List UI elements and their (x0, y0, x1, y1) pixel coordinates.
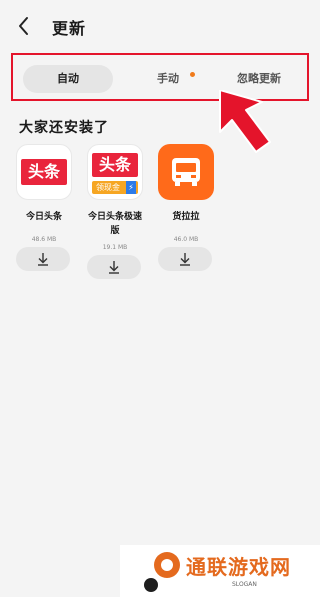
tab-manual[interactable]: 手动 (133, 65, 203, 93)
back-button[interactable] (12, 12, 36, 40)
app-size: 46.0 MB (173, 236, 199, 243)
truck-icon (172, 158, 200, 186)
watermark-text: 通联游戏网 (186, 555, 291, 579)
app-name: 今日头条极速版 (87, 212, 142, 236)
pointer-arrow-icon (219, 90, 271, 153)
download-button[interactable] (16, 247, 70, 271)
download-icon (180, 253, 190, 266)
watermark-slogan: SLOGAN (232, 581, 257, 588)
watermark: 通联游戏网 SLOGAN (120, 545, 320, 597)
app-name: 货拉拉 (172, 212, 200, 222)
app-icon-strip: 领现金 ⚡ (92, 181, 138, 194)
page-title: 更新 (52, 19, 87, 38)
app-size: 48.6 MB (31, 236, 57, 243)
app-icon: 头条 (16, 144, 72, 200)
download-icon (38, 253, 48, 266)
tab-auto[interactable]: 自动 (23, 65, 113, 93)
lightning-icon: ⚡ (126, 181, 136, 194)
app-name: 今日头条 (25, 212, 62, 222)
watermark-logo-icon (144, 552, 180, 592)
download-icon (109, 261, 119, 274)
app-icon (158, 144, 214, 200)
app-card-toutiao-lite[interactable]: 头条 领现金 ⚡ 今日头条极速版 19.1 MB (87, 144, 143, 279)
app-icon-strip-text: 领现金 (96, 183, 120, 192)
app-card-toutiao[interactable]: 头条 今日头条 48.6 MB (16, 144, 72, 271)
top-bar: 更新 (0, 0, 320, 52)
app-icon: 头条 领现金 ⚡ (87, 144, 143, 200)
tab-ignore-updates[interactable]: 忽略更新 (211, 65, 307, 93)
app-size: 19.1 MB (102, 244, 128, 251)
notification-dot (190, 72, 195, 77)
chevron-left-icon (19, 17, 28, 35)
download-button[interactable] (87, 255, 141, 279)
download-button[interactable] (158, 247, 212, 271)
tab-manual-label: 手动 (157, 72, 179, 85)
section-title: 大家还安装了 (19, 120, 109, 136)
app-icon-text: 头条 (21, 159, 67, 185)
app-card-huolala[interactable]: 货拉拉 46.0 MB (158, 144, 214, 271)
app-icon-text: 头条 (92, 153, 138, 177)
